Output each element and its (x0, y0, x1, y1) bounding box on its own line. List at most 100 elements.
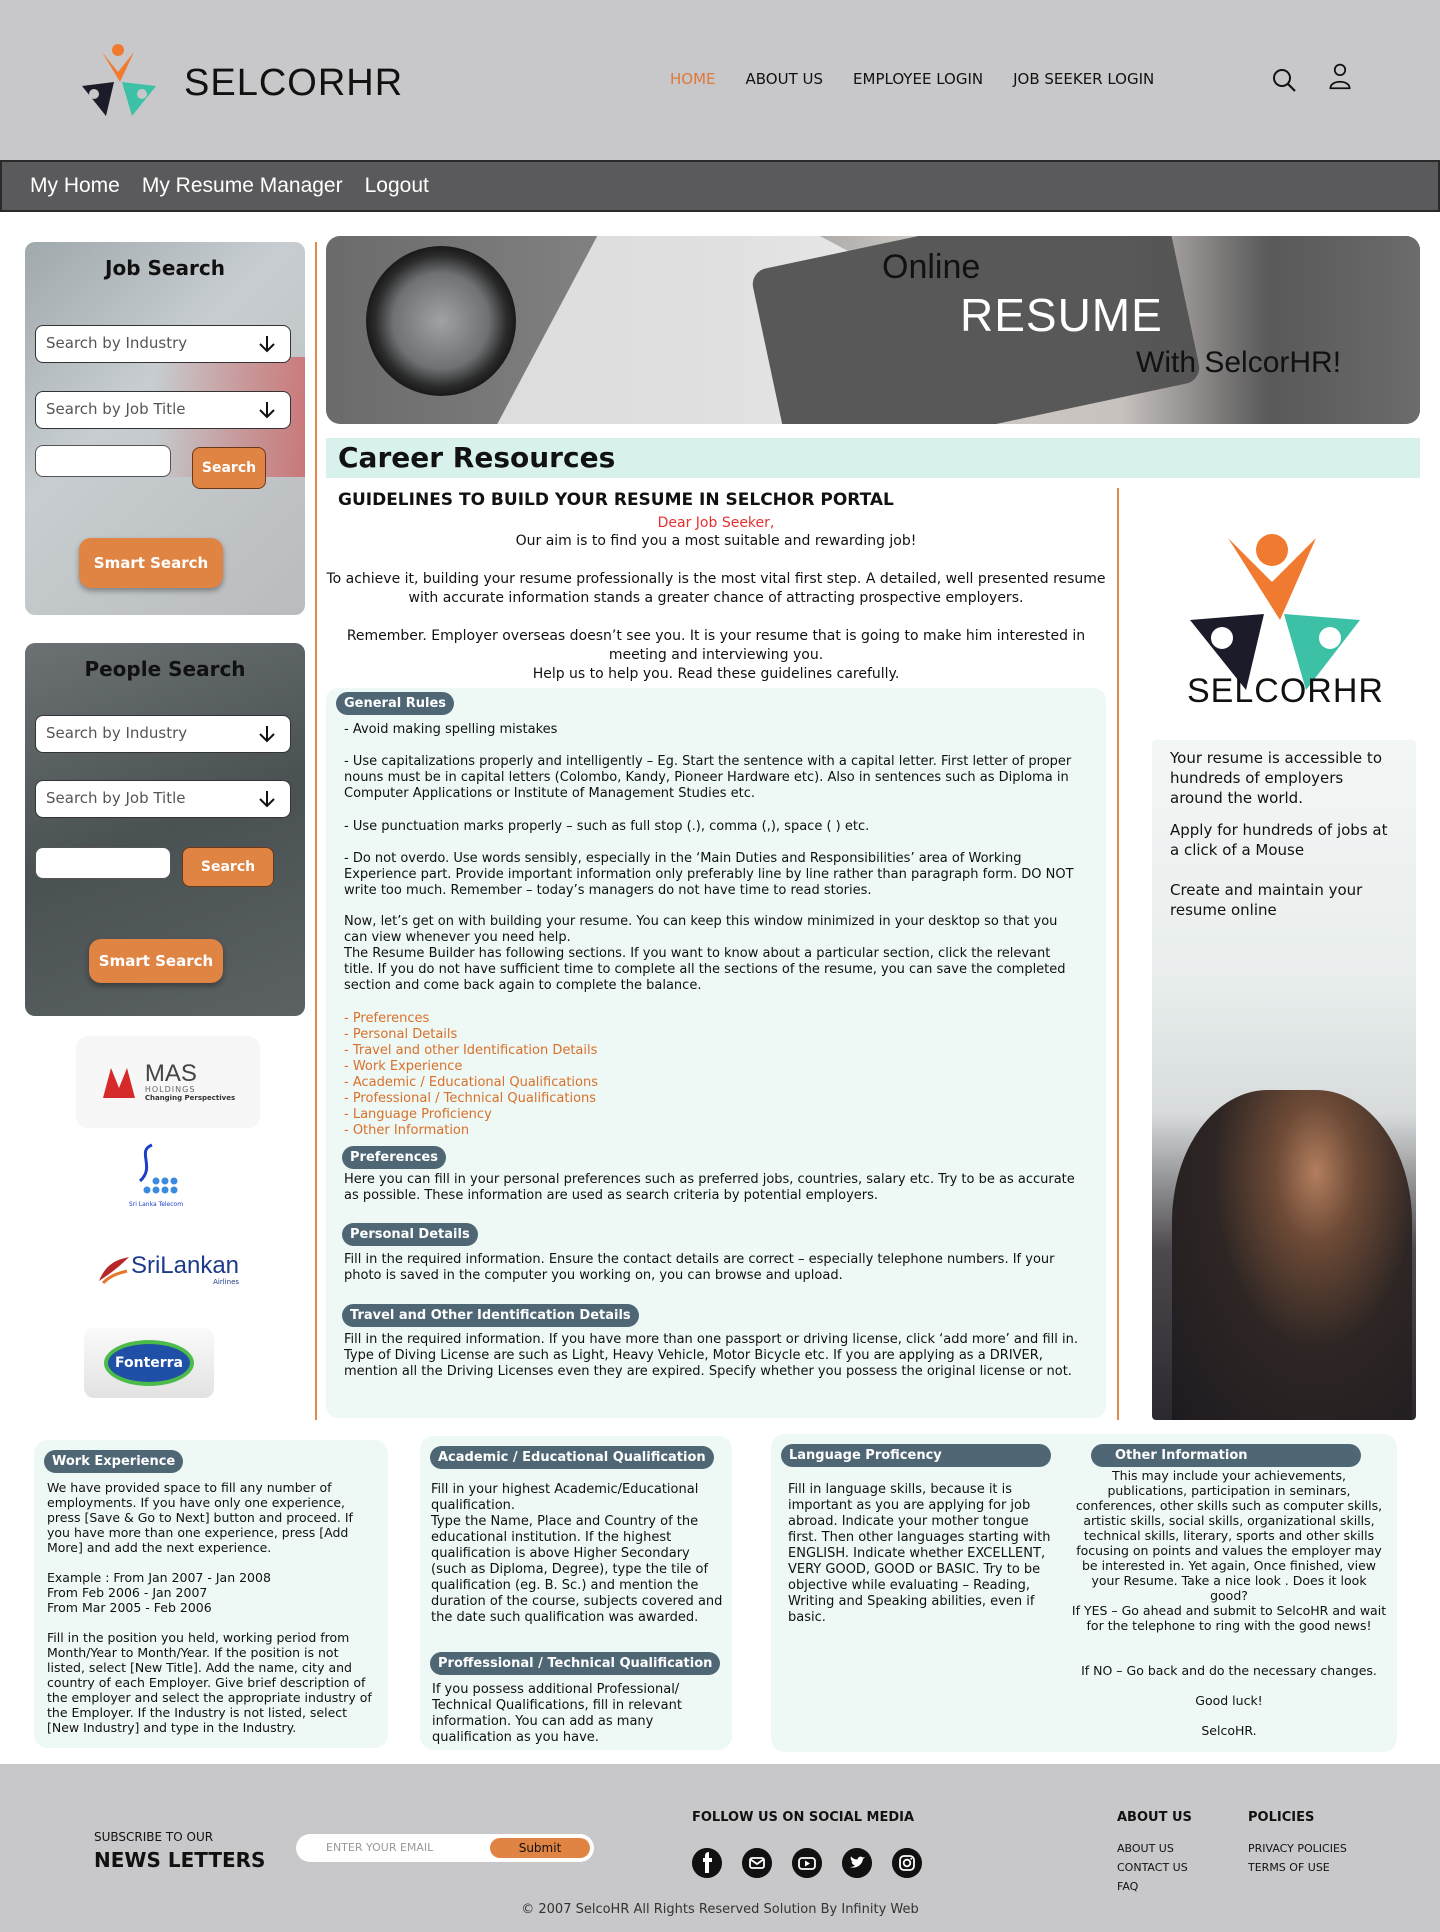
mas-sub: HOLDINGS (144, 1084, 196, 1094)
people-industry-select[interactable]: Search by Industry (35, 715, 291, 753)
slt-name: Sri Lanka Telecom (128, 1200, 184, 1208)
job-keyword-input[interactable] (35, 445, 171, 477)
srilankan-name: SriLankan (130, 1252, 240, 1279)
language-text: Fill in language skills, because it is i… (788, 1482, 1051, 1625)
people-search-button[interactable]: Search (182, 847, 274, 887)
fonterra-logo: Fonterra (84, 1328, 214, 1398)
footer-link-terms[interactable]: TERMS OF USE (1248, 1861, 1330, 1874)
sidebar-divider (315, 242, 317, 1420)
nav-employee-login[interactable]: EMPLOYEE LOGIN (853, 70, 983, 88)
people-smart-search-button[interactable]: Smart Search (89, 939, 223, 983)
good-luck-text: Good luck! (1195, 1693, 1263, 1708)
academic-text-1: Fill in your highest Academic/Educationa… (431, 1482, 699, 1513)
arrow-down-icon (259, 336, 275, 353)
job-smart-search-button[interactable]: Smart Search (79, 538, 223, 588)
newsletters-label: NEWS LETTERS (94, 1848, 266, 1872)
facebook-icon[interactable] (692, 1848, 722, 1878)
footer-link-about[interactable]: ABOUT US (1117, 1842, 1174, 1855)
site-footer: SUBSCRIBE TO OUR NEWS LETTERS ENTER YOUR… (0, 1764, 1440, 1932)
right-col-brand: SELCORHR (1187, 672, 1384, 710)
twitter-icon[interactable] (842, 1848, 872, 1878)
job-title-label: Search by Job Title (46, 400, 186, 418)
job-search-panel: Job Search Search by Industry Search by … (25, 242, 305, 615)
job-search-title: Job Search (105, 256, 225, 280)
fonterra-name: Fonterra (104, 1340, 194, 1386)
search-icon[interactable] (1270, 66, 1298, 94)
preferences-pill[interactable]: Preferences (342, 1146, 446, 1169)
menu-logout[interactable]: Logout (365, 174, 429, 198)
section-link-language[interactable]: - Language Proficiency (344, 1107, 492, 1123)
section-link-other[interactable]: - Other Information (344, 1123, 469, 1139)
section-link-professional[interactable]: - Professional / Technical Qualification… (344, 1091, 596, 1107)
footer-link-faq[interactable]: FAQ (1117, 1880, 1138, 1893)
intro-line-1: To achieve it, building your resume prof… (326, 571, 1106, 587)
work-example-3: From Mar 2005 - Feb 2006 (47, 1600, 212, 1615)
people-keyword-input[interactable] (35, 847, 171, 879)
career-resources-bar: Career Resources (326, 438, 1420, 478)
language-other-box: Language Proficency Fill in language ski… (771, 1434, 1397, 1752)
academic-pill[interactable]: Academic / Educational Qualification (430, 1446, 714, 1469)
footer-link-contact[interactable]: CONTACT US (1117, 1861, 1188, 1874)
footer-about-heading: ABOUT US (1117, 1810, 1192, 1825)
section-link-work[interactable]: - Work Experience (344, 1059, 462, 1075)
selcorhr-logo-icon[interactable] (80, 42, 158, 120)
career-resources-title: Career Resources (338, 441, 616, 474)
nav-home[interactable]: HOME (670, 70, 716, 88)
people-industry-label: Search by Industry (46, 724, 188, 742)
job-industry-label: Search by Industry (46, 334, 188, 352)
menu-resume-manager[interactable]: My Resume Manager (142, 174, 343, 198)
travel-details-pill[interactable]: Travel and Other Identification Details (342, 1304, 639, 1327)
menu-my-home[interactable]: My Home (30, 174, 120, 198)
work-text-1: We have provided space to fill any numbe… (47, 1480, 353, 1555)
work-example-2: From Feb 2006 - Jan 2007 (47, 1585, 208, 1600)
slt-logo-icon (138, 1143, 178, 1193)
footer-link-privacy[interactable]: PRIVACY POLICIES (1248, 1842, 1347, 1855)
work-experience-pill[interactable]: Work Experience (44, 1450, 184, 1473)
user-menu-bar: My Home My Resume Manager Logout (0, 160, 1440, 212)
professional-pill[interactable]: Proffessional / Technical Qualification (430, 1652, 721, 1675)
job-title-select[interactable]: Search by Job Title (35, 391, 291, 429)
email-icon[interactable] (742, 1848, 772, 1878)
other-info-pill[interactable]: Other Information (1091, 1444, 1361, 1467)
professional-text: If you possess additional Professional/ … (432, 1682, 682, 1745)
newsletter-submit-button[interactable]: Submit (490, 1838, 590, 1858)
other-text-2: If YES – Go ahead and submit to SelcoHR … (1071, 1603, 1387, 1633)
peacock-icon (98, 1257, 129, 1285)
work-experience-box: Work Experience We have provided space t… (34, 1440, 388, 1748)
job-industry-select[interactable]: Search by Industry (35, 325, 291, 363)
promo-text-3: Create and maintain your resume online (1170, 881, 1363, 919)
other-text-3: If NO – Go back and do the necessary cha… (1081, 1663, 1377, 1678)
rule-3: - Use punctuation marks properly – such … (344, 819, 870, 834)
banner-plant (366, 246, 516, 396)
nav-about-us[interactable]: ABOUT US (746, 70, 824, 88)
mas-holdings-logo: MAS HOLDINGS Changing Perspectives (76, 1036, 260, 1128)
section-link-academic[interactable]: - Academic / Educational Qualifications (344, 1075, 598, 1091)
newsletter-email-field[interactable]: ENTER YOUR EMAIL Submit (296, 1834, 594, 1862)
email-placeholder: ENTER YOUR EMAIL (326, 1841, 434, 1854)
section-link-preferences[interactable]: - Preferences (344, 1011, 429, 1027)
footer-policies-heading: POLICIES (1248, 1810, 1315, 1825)
follow-us-label: FOLLOW US ON SOCIAL MEDIA (692, 1810, 915, 1825)
brand-name[interactable]: SELCORHR (184, 62, 403, 105)
srilankan-airlines-logo: SriLankan Airlines (76, 1246, 260, 1294)
arrow-down-icon (259, 791, 275, 808)
mas-logo-icon (102, 1068, 135, 1098)
section-link-personal[interactable]: - Personal Details (344, 1027, 457, 1043)
people-title-select[interactable]: Search by Job Title (35, 780, 291, 818)
online-resume-banner: Online RESUME With SelcorHR! (326, 236, 1420, 424)
instagram-icon[interactable] (892, 1848, 922, 1878)
general-rules-pill[interactable]: General Rules (336, 692, 455, 715)
language-pill[interactable]: Language Proficency (781, 1444, 1051, 1467)
nav-job-seeker-login[interactable]: JOB SEEKER LOGIN (1013, 70, 1154, 88)
main-nav: HOME ABOUT US EMPLOYEE LOGIN JOB SEEKER … (670, 70, 1184, 88)
personal-details-pill[interactable]: Personal Details (342, 1223, 478, 1246)
user-icon[interactable] (1326, 62, 1354, 90)
sri-lanka-telecom-logo: Sri Lanka Telecom (116, 1134, 196, 1214)
youtube-icon[interactable] (792, 1848, 822, 1878)
travel-details-text: Fill in the required information. If you… (344, 1332, 1078, 1379)
site-header: SELCORHR HOME ABOUT US EMPLOYEE LOGIN JO… (0, 0, 1440, 160)
dear-job-seeker: Dear Job Seeker, (657, 515, 775, 531)
job-search-button[interactable]: Search (192, 447, 266, 489)
aim-text: Our aim is to find you a most suitable a… (515, 533, 917, 549)
section-link-travel[interactable]: - Travel and other Identification Detail… (344, 1043, 597, 1059)
